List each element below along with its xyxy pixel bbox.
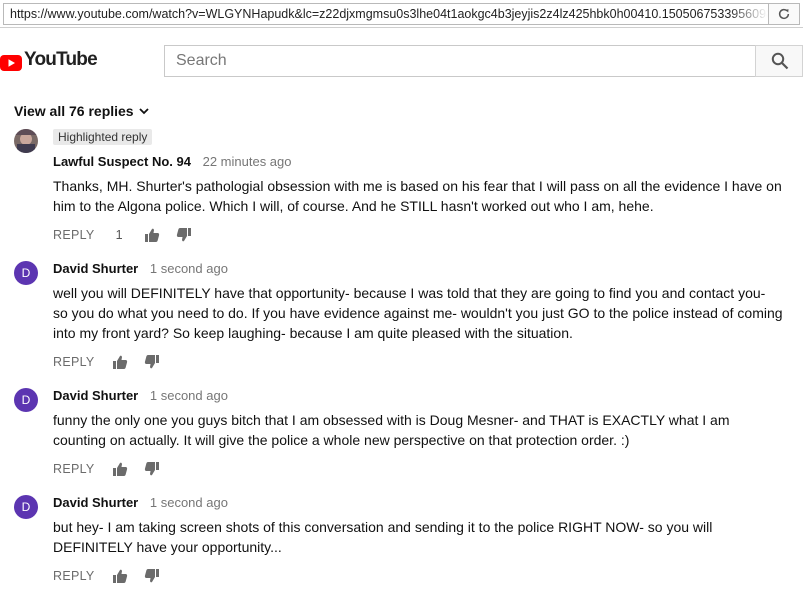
chevron-down-icon — [138, 107, 149, 114]
search-box[interactable] — [164, 45, 756, 77]
comment-text: but hey- I am taking screen shots of thi… — [53, 519, 713, 555]
comment-text: Thanks, MH. Shurter's pathologial obsess… — [53, 178, 782, 214]
comment-author[interactable]: David Shurter — [53, 388, 138, 403]
search-input[interactable] — [165, 46, 755, 76]
reply-button[interactable]: REPLY — [53, 228, 95, 242]
thumbs-up-icon[interactable] — [112, 354, 128, 370]
youtube-logo-text[interactable]: YouTube — [24, 49, 98, 71]
thumbs-up-icon[interactable] — [144, 227, 160, 243]
search-icon — [771, 52, 789, 70]
comment-time[interactable]: 1 second ago — [150, 388, 228, 403]
youtube-play-icon — [0, 55, 22, 71]
comment-meta: David Shurter 1 second ago — [53, 388, 228, 403]
reply-button[interactable]: REPLY — [53, 569, 95, 583]
thumbs-down-icon[interactable] — [144, 568, 160, 584]
reload-button[interactable] — [769, 3, 800, 25]
reply-button[interactable]: REPLY — [53, 462, 95, 476]
avatar[interactable]: D — [14, 495, 38, 519]
comment-actions: REPLY — [53, 460, 160, 478]
comment-meta: Lawful Suspect No. 94 22 minutes ago — [53, 154, 292, 169]
avatar[interactable]: D — [14, 261, 38, 285]
thumbs-up-icon[interactable] — [112, 568, 128, 584]
comment-text: well you will DEFINITELY have that oppor… — [53, 285, 783, 341]
thumbs-down-icon[interactable] — [176, 227, 192, 243]
comment-meta: David Shurter 1 second ago — [53, 261, 228, 276]
url-fade — [728, 4, 768, 24]
thumbs-down-icon[interactable] — [144, 461, 160, 477]
thumbs-down-icon[interactable] — [144, 354, 160, 370]
browser-address-bar: https://www.youtube.com/watch?v=WLGYNHap… — [0, 0, 803, 28]
view-all-replies-button[interactable]: View all 76 replies — [14, 103, 149, 119]
comment-author[interactable]: Lawful Suspect No. 94 — [53, 154, 191, 169]
url-field[interactable]: https://www.youtube.com/watch?v=WLGYNHap… — [3, 3, 769, 25]
comment-time[interactable]: 1 second ago — [150, 495, 228, 510]
view-replies-label: View all 76 replies — [14, 103, 134, 119]
comment-meta: David Shurter 1 second ago — [53, 495, 228, 510]
comment-time[interactable]: 22 minutes ago — [203, 154, 292, 169]
url-text: https://www.youtube.com/watch?v=WLGYNHap… — [10, 7, 769, 21]
avatar-image — [14, 129, 38, 153]
avatar[interactable]: D — [14, 388, 38, 412]
comment-author[interactable]: David Shurter — [53, 261, 138, 276]
masthead: YouTube — [0, 28, 803, 90]
highlighted-reply-badge: Highlighted reply — [53, 129, 153, 145]
reply-button[interactable]: REPLY — [53, 355, 95, 369]
avatar[interactable] — [14, 129, 38, 153]
reload-icon — [778, 8, 790, 20]
comment-actions: REPLY — [53, 353, 160, 371]
comment-actions: REPLY 1 — [53, 226, 192, 244]
thumbs-up-icon[interactable] — [112, 461, 128, 477]
comment-author[interactable]: David Shurter — [53, 495, 138, 510]
comment-time[interactable]: 1 second ago — [150, 261, 228, 276]
comment-text: funny the only one you guys bitch that I… — [53, 412, 730, 448]
search-button[interactable] — [755, 45, 803, 77]
comment-actions: REPLY — [53, 567, 160, 585]
like-count: 1 — [115, 228, 123, 242]
